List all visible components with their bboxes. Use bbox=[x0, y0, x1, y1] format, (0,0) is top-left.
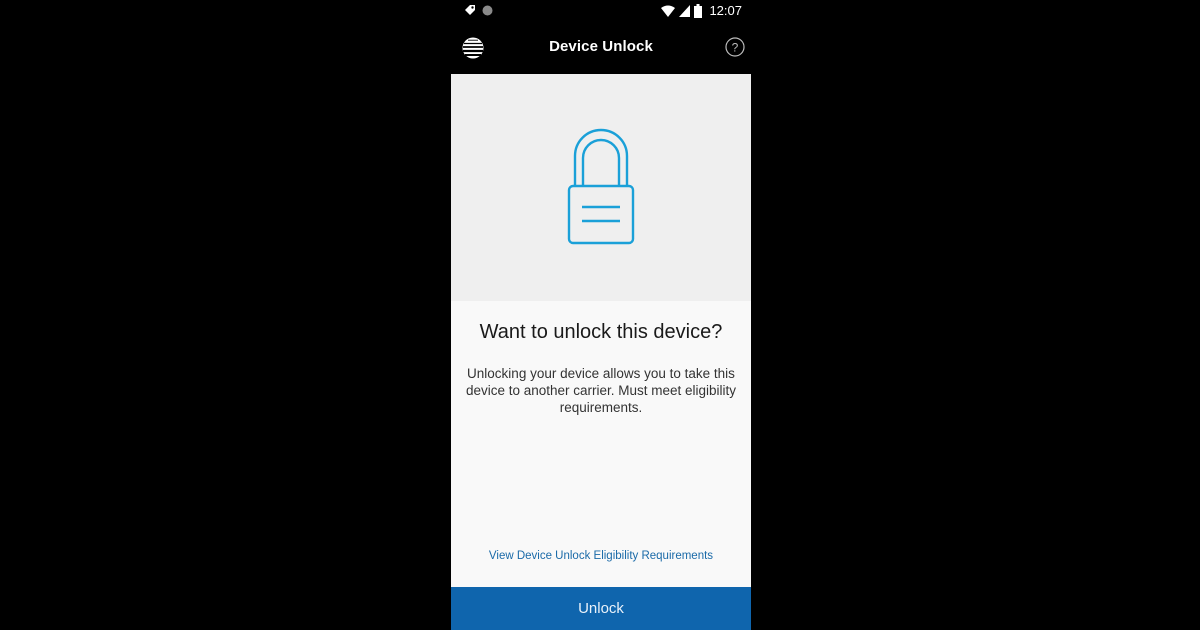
hero-panel bbox=[451, 74, 751, 301]
page-title: Device Unlock bbox=[549, 38, 653, 55]
status-left-icons bbox=[464, 4, 493, 16]
app-bar: Device Unlock ? bbox=[450, 24, 752, 74]
description-text: Unlocking your device allows you to take… bbox=[465, 366, 737, 415]
help-circle-icon[interactable]: ? bbox=[725, 37, 745, 57]
status-bar: 12:07 bbox=[450, 0, 752, 24]
unlock-button[interactable]: Unlock bbox=[451, 587, 751, 630]
battery-icon bbox=[694, 3, 703, 18]
eligibility-requirements-link[interactable]: View Device Unlock Eligibility Requireme… bbox=[451, 550, 751, 562]
status-right-icons: 12:07 bbox=[661, 3, 742, 18]
signal-icon bbox=[679, 4, 691, 17]
phone-screen: 12:07 Device Unlock ? Want to unlock thi… bbox=[450, 0, 752, 630]
svg-text:?: ? bbox=[732, 41, 739, 55]
headline: Want to unlock this device? bbox=[479, 321, 723, 343]
wifi-icon bbox=[661, 5, 676, 17]
notification-tag-icon bbox=[465, 5, 475, 15]
padlock-icon bbox=[567, 128, 635, 245]
main-content: Want to unlock this device? Unlocking yo… bbox=[451, 74, 751, 587]
status-time: 12:07 bbox=[709, 3, 742, 18]
circle-status-icon bbox=[482, 5, 493, 15]
